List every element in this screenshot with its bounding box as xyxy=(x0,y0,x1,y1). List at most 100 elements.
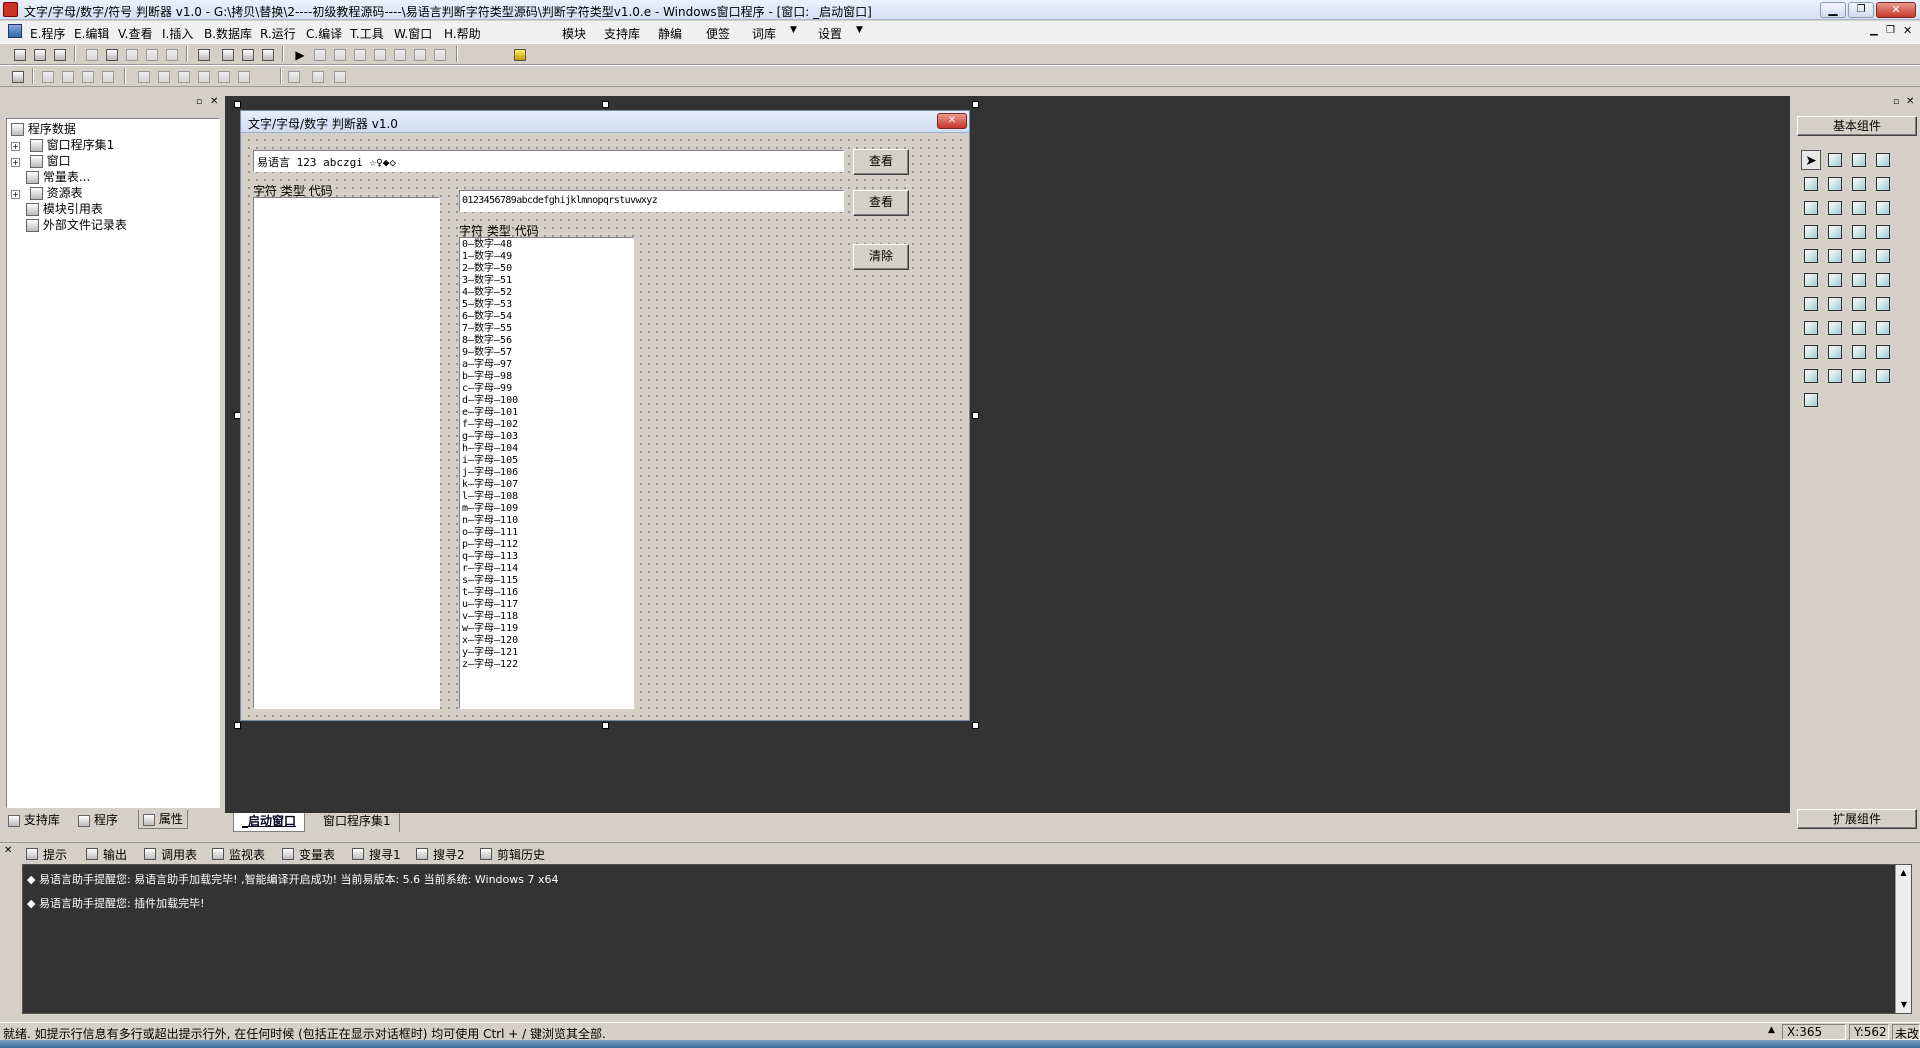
list-item[interactable]: 4—数字—52 xyxy=(462,287,518,299)
list-item[interactable]: m—字母—109 xyxy=(462,503,518,515)
helper-icon[interactable] xyxy=(510,45,530,65)
menu-view[interactable]: V.查看 xyxy=(118,25,152,42)
list-item[interactable]: g—字母—103 xyxy=(462,431,518,443)
scroll-icon[interactable] xyxy=(1825,222,1845,242)
step-icon[interactable] xyxy=(370,45,390,65)
tab-properties[interactable]: 属性 xyxy=(138,810,188,829)
align-left-icon[interactable] xyxy=(38,67,58,87)
step-icon[interactable] xyxy=(350,45,370,65)
list-item[interactable]: q—字母—113 xyxy=(462,551,518,563)
clear-button[interactable]: 清除 xyxy=(853,244,909,270)
panel-icon[interactable] xyxy=(1849,294,1869,314)
list-item[interactable]: s—字母—115 xyxy=(462,575,518,587)
list-item[interactable]: w—字母—119 xyxy=(462,623,518,635)
progress-icon[interactable] xyxy=(1873,222,1893,242)
resize-handle[interactable] xyxy=(972,101,979,108)
list-item[interactable]: 7—数字—55 xyxy=(462,323,518,335)
tree-item-resources[interactable]: + 资源表 xyxy=(11,185,83,201)
same-height-icon[interactable] xyxy=(194,67,214,87)
tab-search-2[interactable]: 搜寻2 xyxy=(416,843,465,865)
resize-handle[interactable] xyxy=(602,722,609,729)
list-item[interactable]: 1—数字—49 xyxy=(462,251,518,263)
list-item[interactable]: 8—数字—56 xyxy=(462,335,518,347)
list-item[interactable]: l—字母—108 xyxy=(462,491,518,503)
list-item[interactable]: n—字母—110 xyxy=(462,515,518,527)
tab-search-1[interactable]: 搜寻1 xyxy=(352,843,401,865)
hand-icon[interactable] xyxy=(430,45,450,65)
menu-program[interactable]: E.程序 xyxy=(30,25,65,42)
save-icon[interactable] xyxy=(50,45,70,65)
menu-insert[interactable]: I.插入 xyxy=(162,25,193,42)
list-item[interactable]: 5—数字—53 xyxy=(462,299,518,311)
output-scrollbar[interactable]: ▲ ▼ xyxy=(1895,865,1911,1013)
expand-icon[interactable]: + xyxy=(11,190,20,199)
doc-tab-start-window[interactable]: _启动窗口 xyxy=(233,813,306,832)
menu-static-compile[interactable]: 静编 xyxy=(658,25,682,42)
db-icon[interactable] xyxy=(1801,366,1821,386)
calendar-icon[interactable] xyxy=(1801,270,1821,290)
result-list-2[interactable]: 0—数字—48 1—数字—49 2—数字—50 3—数字—51 4—数字—52 5—数字—… xyxy=(459,237,634,709)
drive-icon[interactable] xyxy=(1849,342,1869,362)
list-item[interactable]: i—字母—105 xyxy=(462,455,518,467)
menu-lexicon[interactable]: 词库 xyxy=(752,25,776,42)
date-icon[interactable] xyxy=(1825,270,1845,290)
tab-clip-history[interactable]: 剪辑历史 xyxy=(480,843,545,865)
resize-handle[interactable] xyxy=(602,101,609,108)
menu-edit[interactable]: E.编辑 xyxy=(74,25,109,42)
text-icon[interactable] xyxy=(1849,174,1869,194)
tree-item-module-refs[interactable]: 模块引用表 xyxy=(26,201,103,217)
list-item[interactable]: t—字母—116 xyxy=(462,587,518,599)
scroll-up-icon[interactable]: ▲ xyxy=(1896,865,1911,881)
resize-handle[interactable] xyxy=(234,722,241,729)
doc-tab-window-assembly[interactable]: 窗口程序集1 xyxy=(315,813,400,832)
menu-database[interactable]: B.数据库 xyxy=(204,25,252,42)
panel-close-icon[interactable]: ✕ xyxy=(210,96,218,107)
odbc-icon[interactable] xyxy=(1873,366,1893,386)
list-item[interactable]: e—字母—101 xyxy=(462,407,518,419)
tab-tips[interactable]: 提示 xyxy=(26,843,67,865)
list-item[interactable]: x—字母—120 xyxy=(462,635,518,647)
input-text-1[interactable]: 易语言 123 abczgi ☆♀◆◇ xyxy=(253,150,844,172)
server-icon[interactable] xyxy=(1873,318,1893,338)
tab-call-table[interactable]: 调用表 xyxy=(144,843,197,865)
grid-table-icon[interactable] xyxy=(1801,222,1821,242)
status-icon[interactable] xyxy=(1801,294,1821,314)
center-h-icon[interactable] xyxy=(284,67,304,87)
label-icon[interactable] xyxy=(1825,150,1845,170)
pointer-icon[interactable]: ➤ xyxy=(1801,150,1821,170)
view-button-2[interactable]: 查看 xyxy=(853,190,909,216)
undo-icon[interactable] xyxy=(162,45,182,65)
stop-icon[interactable] xyxy=(310,45,330,65)
tree-item-constants[interactable]: 常量表... xyxy=(26,169,90,185)
timer-icon[interactable] xyxy=(1873,246,1893,266)
form-title-bar[interactable]: 文字/字母/数字 判断器 v1.0 ✕ xyxy=(241,111,969,133)
copy-icon[interactable] xyxy=(102,45,122,65)
slider-icon[interactable] xyxy=(1801,246,1821,266)
tree-item-window[interactable]: + 窗口 xyxy=(11,153,71,169)
result-list-1[interactable] xyxy=(253,197,440,709)
list-item[interactable]: a—字母—97 xyxy=(462,359,518,371)
panel-close-icon[interactable]: ✕ xyxy=(4,845,12,856)
layout-icon[interactable] xyxy=(238,45,258,65)
panel-pin-icon[interactable]: ▫ xyxy=(1893,97,1899,107)
step-icon[interactable] xyxy=(330,45,350,65)
menu-window[interactable]: W.窗口 xyxy=(394,25,432,42)
panel-pin-icon[interactable]: ▫ xyxy=(196,97,202,107)
edit-box-icon[interactable] xyxy=(1801,174,1821,194)
mdi-close-icon[interactable]: ✕ xyxy=(1903,24,1912,37)
chevron-down-icon[interactable]: ▼ xyxy=(790,25,797,35)
new-file-icon[interactable] xyxy=(10,45,30,65)
tree-item-window-assembly[interactable]: + 窗口程序集1 xyxy=(11,137,114,153)
align-middle-icon[interactable] xyxy=(134,67,154,87)
scroll-down-icon[interactable]: ▼ xyxy=(1896,997,1912,1013)
clock-icon[interactable] xyxy=(1801,318,1821,338)
list-item[interactable]: d—字母—100 xyxy=(462,395,518,407)
combobox-icon[interactable] xyxy=(1873,198,1893,218)
frame-icon[interactable] xyxy=(1825,174,1845,194)
layout-icon[interactable] xyxy=(258,45,278,65)
list-item[interactable]: c—字母—99 xyxy=(462,383,518,395)
odbc-provider-icon[interactable] xyxy=(1801,390,1821,410)
tab-variables[interactable]: 变量表 xyxy=(282,843,335,865)
menu-compile[interactable]: C.编译 xyxy=(306,25,342,42)
grid-icon[interactable] xyxy=(8,67,28,87)
